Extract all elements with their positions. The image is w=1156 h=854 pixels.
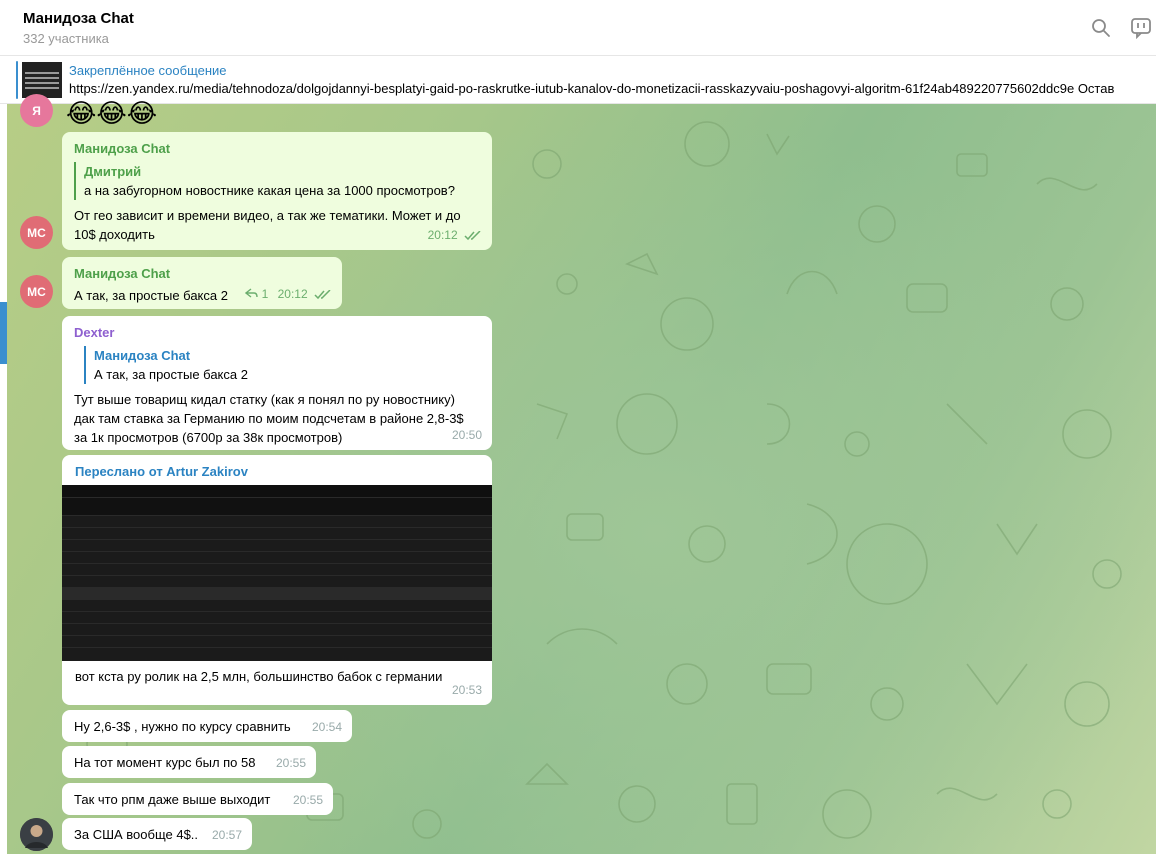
emoji-message: 😂😂😂 — [66, 98, 158, 128]
message-text: Так что рпм даже выше выходит — [74, 792, 271, 807]
message-bubble[interactable]: Манидоза Chat Дмитрий а на забугорном но… — [62, 132, 492, 250]
replies-counter[interactable]: 1 — [245, 287, 271, 301]
reply-author: Дмитрий — [84, 164, 142, 179]
search-icon[interactable] — [1089, 16, 1113, 40]
member-count: 332 участника — [23, 31, 109, 46]
message-time: 20:12 — [428, 226, 482, 245]
pinned-thumbnail — [22, 62, 62, 98]
message-time: 20:55 — [275, 756, 306, 770]
message-bubble[interactable]: Так что рпм даже выше выходит 20:55 — [62, 783, 333, 815]
reply-arrow-icon — [245, 288, 258, 298]
message-time: 20:54 — [311, 720, 342, 734]
message-text: вот кста ру ролик на 2,5 млн, большинств… — [75, 669, 443, 684]
reply-author: Манидоза Chat — [94, 348, 191, 363]
sender-name[interactable]: Манидоза Chat — [74, 264, 330, 283]
message-time: 20:57 — [211, 828, 242, 842]
message-time: 20:53 — [451, 683, 482, 697]
message-time: 20:55 — [292, 793, 323, 807]
replies-count: 1 — [261, 287, 269, 301]
pinned-indicator — [16, 61, 18, 99]
message-bubble[interactable]: Dexter Манидоза Chat А так, за простые б… — [62, 316, 492, 450]
pinned-message-bar[interactable]: Закреплённое сообщение https://zen.yande… — [0, 56, 1156, 104]
message-time: 1 20:12 — [245, 285, 332, 304]
discussion-icon[interactable] — [1129, 16, 1153, 40]
sender-name[interactable]: Манидоза Chat — [74, 139, 480, 158]
reply-text: а на забугорном новостнике какая цена за… — [84, 183, 455, 198]
chat-header: Манидоза Chat 332 участника — [0, 0, 1156, 56]
forwarded-image[interactable] — [62, 485, 492, 661]
reply-quote[interactable]: Дмитрий а на забугорном новостнике какая… — [74, 162, 480, 200]
user-photo-icon — [20, 818, 53, 851]
forwarded-from[interactable]: Переслано от Artur Zakirov — [75, 462, 248, 481]
message-bubble[interactable]: Манидоза Chat А так, за простые бакса 2 … — [62, 257, 342, 309]
pinned-text: https://zen.yandex.ru/media/tehnodoza/do… — [69, 81, 1115, 96]
message-text: За США вообще 4$.. — [74, 827, 199, 842]
time-label: 20:12 — [427, 228, 458, 242]
message-bubble[interactable]: Ну 2,6-3$ , нужно по курсу сравнить 20:5… — [62, 710, 352, 742]
left-strip — [0, 104, 7, 854]
message-bubble[interactable]: На тот момент курс был по 58 20:55 — [62, 746, 316, 778]
avatar[interactable]: МС — [20, 275, 53, 308]
reply-quote[interactable]: Манидоза Chat А так, за простые бакса 2 — [84, 346, 480, 384]
sender-name[interactable]: Dexter — [74, 323, 480, 342]
message-text: Тут выше товарищ кидал статку (как я пон… — [74, 392, 464, 445]
pinned-title: Закреплённое сообщение — [69, 63, 227, 78]
chat-title[interactable]: Манидоза Chat — [23, 10, 134, 27]
double-check-icon — [314, 289, 331, 299]
avatar[interactable]: МС — [20, 216, 53, 249]
sidebar-resize-handle[interactable] — [0, 302, 7, 364]
message-text: На тот момент курс был по 58 — [74, 755, 256, 770]
avatar[interactable] — [20, 818, 53, 851]
time-label: 20:12 — [277, 287, 308, 301]
message-text: Ну 2,6-3$ , нужно по курсу сравнить — [74, 719, 291, 734]
message-time: 20:50 — [451, 428, 482, 442]
avatar[interactable]: Я — [20, 94, 53, 127]
reply-text: А так, за простые бакса 2 — [94, 367, 248, 382]
message-bubble[interactable]: За США вообще 4$.. 20:57 — [62, 818, 252, 850]
double-check-icon — [464, 230, 481, 240]
message-text: От гео зависит и времени видео, а так же… — [74, 208, 461, 242]
